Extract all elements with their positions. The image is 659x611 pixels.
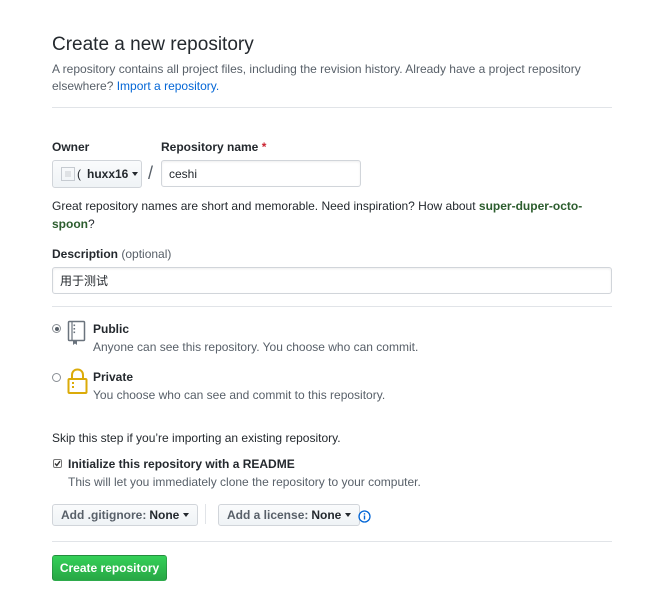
- skip-step-text: Skip this step if you’re importing an ex…: [52, 431, 341, 445]
- description-value: 用于测试: [60, 274, 109, 288]
- chevron-down-icon: [183, 513, 190, 517]
- repository-name-input[interactable]: ceshi: [161, 160, 361, 187]
- hint-end: ?: [88, 217, 95, 231]
- required-mark: *: [261, 140, 267, 154]
- import-repository-link[interactable]: Import a repository.: [117, 79, 219, 93]
- private-option-title: Private: [93, 370, 134, 384]
- chevron-down-icon: [132, 172, 139, 176]
- readme-description: This will let you immediately clone the …: [68, 475, 421, 489]
- owner-label: Owner: [52, 140, 90, 154]
- owner-username: huxx16: [87, 167, 129, 181]
- button-separator: [205, 504, 206, 524]
- optional-text: (optional): [121, 247, 172, 261]
- info-icon[interactable]: [358, 510, 371, 523]
- license-value: None: [311, 508, 342, 522]
- description-input[interactable]: 用于测试: [52, 267, 612, 294]
- private-option-description: You choose who can see and commit to thi…: [93, 388, 386, 402]
- license-select-button[interactable]: Add a license: None: [218, 504, 361, 526]
- repo-icon: [67, 320, 86, 345]
- avatar: [61, 167, 75, 181]
- hint-text: Great repository names are short and mem…: [52, 199, 476, 213]
- check-icon: [54, 460, 61, 467]
- repository-name-label: Repository name *: [161, 140, 266, 154]
- gitignore-select-button[interactable]: Add .gitignore: None: [52, 504, 199, 526]
- public-option-description: Anyone can see this repository. You choo…: [93, 340, 419, 354]
- divider: [52, 541, 612, 542]
- owner-select-button[interactable]: ( huxx16: [52, 160, 142, 188]
- description-label: Description (optional): [52, 247, 171, 261]
- page-title: Create a new repository: [52, 34, 254, 55]
- broken-avatar-text: (: [77, 167, 81, 181]
- license-label: Add a license:: [227, 508, 309, 522]
- divider: [52, 107, 612, 108]
- repository-name-label-text: Repository name: [161, 140, 259, 154]
- repository-name-value: ceshi: [169, 166, 198, 181]
- page-subtitle: A repository contains all project files,…: [52, 61, 597, 95]
- owner-repo-separator: /: [148, 163, 154, 183]
- public-radio[interactable]: [52, 324, 61, 333]
- description-label-text: Description: [52, 247, 119, 261]
- readme-label[interactable]: Initialize this repository with a README: [68, 457, 295, 471]
- gitignore-label: Add .gitignore:: [61, 508, 147, 522]
- divider: [52, 306, 612, 307]
- chevron-down-icon: [345, 513, 352, 517]
- readme-checkbox[interactable]: [53, 459, 62, 468]
- public-option-title: Public: [93, 322, 130, 336]
- lock-icon: [67, 368, 88, 394]
- private-radio[interactable]: [52, 373, 61, 382]
- name-hint: Great repository names are short and mem…: [52, 197, 592, 233]
- gitignore-value: None: [149, 508, 180, 522]
- create-repository-button[interactable]: Create repository: [52, 555, 167, 581]
